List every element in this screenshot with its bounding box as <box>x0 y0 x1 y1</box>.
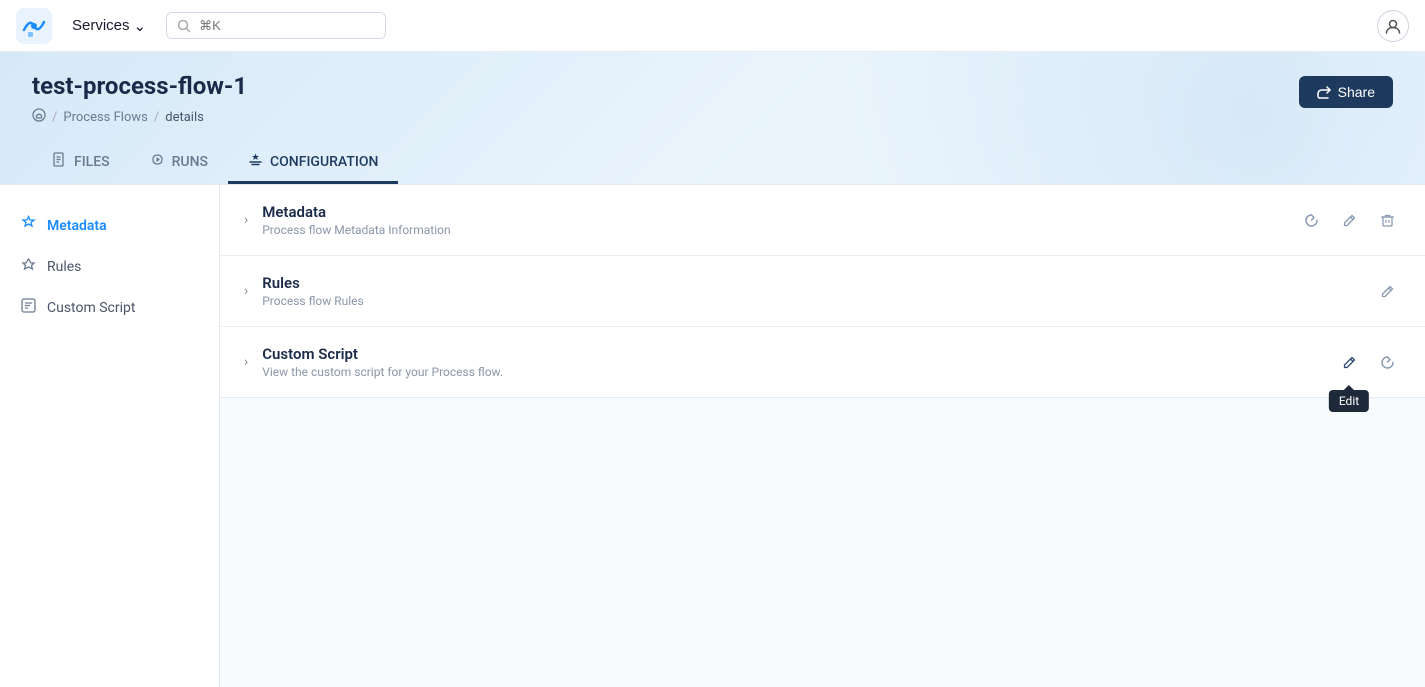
rules-actions <box>1373 277 1401 305</box>
custom-script-refresh-icon <box>1380 355 1395 370</box>
custom-script-section-header[interactable]: › Custom Script View the custom script f… <box>220 327 1425 397</box>
custom-script-chevron-icon: › <box>244 354 248 370</box>
metadata-section-header[interactable]: › Metadata Process flow Metadata Informa… <box>220 185 1425 255</box>
custom-script-section-title: Custom Script <box>262 345 1335 363</box>
search-icon <box>177 19 191 33</box>
tab-configuration[interactable]: CONFIGURATION <box>228 142 398 184</box>
rules-section-title: Rules <box>262 274 1373 292</box>
breadcrumb-sep-2: / <box>154 110 159 125</box>
rules-edit-icon <box>1380 284 1395 299</box>
topnav: Services ⌄ <box>0 0 1425 52</box>
header-bg-decoration <box>570 52 1425 184</box>
chevron-down-icon: ⌄ <box>134 17 147 35</box>
custom-script-refresh-button[interactable] <box>1373 348 1401 376</box>
main-content: Metadata Rules Custom Script <box>0 184 1425 687</box>
rules-section: › Rules Process flow Rules <box>220 256 1425 327</box>
rules-edit-button[interactable] <box>1373 277 1401 305</box>
rules-title-wrap: Rules Process flow Rules <box>262 274 1373 308</box>
configuration-tab-icon <box>248 152 263 171</box>
sidebar-item-custom-script[interactable]: Custom Script <box>0 287 219 328</box>
custom-script-actions: Edit <box>1335 348 1401 376</box>
metadata-delete-button[interactable] <box>1373 206 1401 234</box>
custom-script-section-subtitle: View the custom script for your Process … <box>262 365 1335 379</box>
sidebar-item-metadata-label: Metadata <box>47 218 107 234</box>
runs-tab-icon <box>150 152 165 171</box>
rules-icon <box>20 256 37 277</box>
rules-section-subtitle: Process flow Rules <box>262 294 1373 308</box>
metadata-section-title: Metadata <box>262 203 1297 221</box>
content-area: › Metadata Process flow Metadata Informa… <box>220 185 1425 687</box>
rules-chevron-icon: › <box>244 283 248 299</box>
breadcrumb-home-icon[interactable] <box>32 108 46 126</box>
services-label: Services <box>72 17 130 34</box>
breadcrumb-current: details <box>165 110 204 125</box>
logo[interactable] <box>16 8 52 44</box>
metadata-icon <box>20 215 37 236</box>
custom-script-edit-icon <box>1342 355 1357 370</box>
edit-tooltip-wrap: Edit <box>1335 348 1363 376</box>
share-icon <box>1317 85 1331 99</box>
rules-section-header[interactable]: › Rules Process flow Rules <box>220 256 1425 326</box>
breadcrumb-sep-1: / <box>52 110 57 125</box>
metadata-edit-button[interactable] <box>1335 206 1363 234</box>
metadata-section: › Metadata Process flow Metadata Informa… <box>220 185 1425 256</box>
page-header: test-process-flow-1 / Process Flows / de… <box>0 52 1425 184</box>
share-button[interactable]: Share <box>1299 76 1393 108</box>
metadata-chevron-icon: › <box>244 212 248 228</box>
sidebar-item-rules-label: Rules <box>47 259 81 275</box>
custom-script-section: › Custom Script View the custom script f… <box>220 327 1425 398</box>
sidebar-item-rules[interactable]: Rules <box>0 246 219 287</box>
files-tab-icon <box>52 152 67 171</box>
custom-script-title-wrap: Custom Script View the custom script for… <box>262 345 1335 379</box>
breadcrumb-process-flows[interactable]: Process Flows <box>63 110 147 125</box>
edit-icon <box>1342 213 1357 228</box>
metadata-title-wrap: Metadata Process flow Metadata Informati… <box>262 203 1297 237</box>
services-button[interactable]: Services ⌄ <box>64 13 154 39</box>
share-button-label: Share <box>1338 84 1375 100</box>
delete-icon <box>1380 213 1395 228</box>
search-input[interactable] <box>199 18 339 33</box>
sidebar-item-metadata[interactable]: Metadata <box>0 205 219 246</box>
sidebar-item-custom-script-label: Custom Script <box>47 300 135 316</box>
tab-files-label: FILES <box>74 154 110 170</box>
user-icon[interactable] <box>1377 10 1409 42</box>
tab-files[interactable]: FILES <box>32 142 130 184</box>
metadata-section-subtitle: Process flow Metadata Information <box>262 223 1297 237</box>
tab-runs-label: RUNS <box>172 154 208 170</box>
tab-configuration-label: CONFIGURATION <box>270 154 378 170</box>
refresh-icon <box>1304 213 1319 228</box>
search-box[interactable] <box>166 12 386 39</box>
custom-script-edit-button[interactable] <box>1335 348 1363 376</box>
sidebar: Metadata Rules Custom Script <box>0 185 220 687</box>
person-icon <box>1384 17 1402 35</box>
tab-runs[interactable]: RUNS <box>130 142 228 184</box>
custom-script-icon <box>20 297 37 318</box>
edit-tooltip: Edit <box>1329 390 1369 412</box>
metadata-actions <box>1297 206 1401 234</box>
metadata-refresh-button[interactable] <box>1297 206 1325 234</box>
